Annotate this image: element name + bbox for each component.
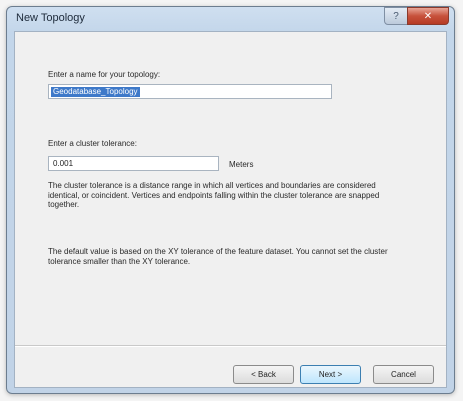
close-icon: ✕ (423, 10, 433, 22)
cancel-button[interactable]: Cancel (373, 365, 434, 384)
help-button[interactable]: ? (384, 7, 408, 25)
default-value-note: The default value is based on the XY tol… (48, 247, 388, 266)
window-title: New Topology (16, 12, 85, 24)
cluster-tolerance-value: 0.001 (53, 159, 74, 168)
dialog-content: Enter a name for your topology: Geodatab… (14, 31, 447, 388)
next-button[interactable]: Next > (300, 365, 361, 384)
back-button[interactable]: < Back (233, 365, 294, 384)
close-button[interactable]: ✕ (407, 7, 449, 25)
tolerance-unit-label: Meters (229, 160, 254, 169)
cluster-tolerance-input[interactable]: 0.001 (48, 156, 219, 171)
topology-name-label: Enter a name for your topology: (48, 70, 161, 79)
button-separator (15, 345, 446, 347)
topology-name-input[interactable]: Geodatabase_Topology (48, 84, 332, 99)
title-bar[interactable]: New Topology ? ✕ (7, 7, 454, 31)
new-topology-dialog: New Topology ? ✕ Enter a name for your t… (6, 6, 455, 394)
cluster-tolerance-label: Enter a cluster tolerance: (48, 139, 137, 148)
topology-name-value: Geodatabase_Topology (51, 87, 140, 97)
help-icon: ? (393, 10, 399, 22)
tolerance-description: The cluster tolerance is a distance rang… (48, 181, 380, 209)
